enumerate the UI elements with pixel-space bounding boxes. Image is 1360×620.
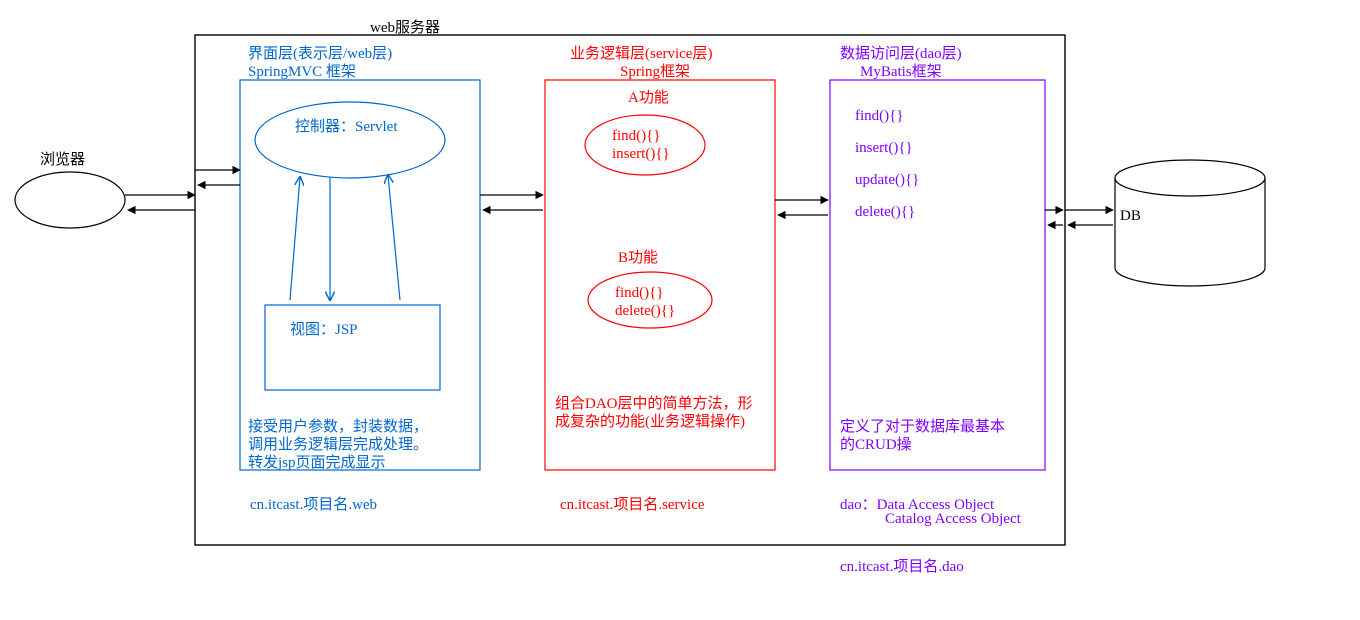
service-a-m1: find(){}	[612, 128, 661, 145]
controller-label: 控制器：Servlet	[295, 115, 398, 136]
dao-framework: MyBatis框架	[860, 60, 942, 81]
ui-package: cn.itcast.项目名.web	[250, 493, 377, 514]
service-a-label: A功能	[628, 86, 669, 107]
service-desc2: 成复杂的功能(业务逻辑操作)	[555, 410, 745, 431]
diagram-canvas	[0, 0, 1360, 620]
dao-note2: Catalog Access Object	[885, 511, 1021, 528]
dao-m2: insert(){}	[855, 140, 913, 157]
service-a-m2: insert(){}	[612, 146, 670, 163]
ui-desc3: 转发jsp页面完成显示	[248, 451, 386, 472]
dao-m3: update(){}	[855, 172, 919, 189]
server-title: web服务器	[370, 16, 440, 37]
dao-m4: delete(){}	[855, 204, 915, 221]
dao-desc2: 的CRUD操	[840, 433, 912, 454]
dao-package: cn.itcast.项目名.dao	[840, 555, 964, 576]
service-framework: Spring框架	[620, 60, 690, 81]
dao-layer-box	[830, 80, 1045, 470]
service-a-ellipse	[585, 115, 705, 175]
view-label: 视图：JSP	[290, 318, 358, 339]
controller-ellipse	[255, 102, 445, 178]
service-b-m1: find(){}	[615, 285, 664, 302]
browser-label: 浏览器	[40, 148, 85, 169]
view-to-ctrl-arrow1	[290, 177, 300, 300]
browser-ellipse	[15, 172, 125, 228]
ui-layer-box	[240, 80, 480, 470]
service-package: cn.itcast.项目名.service	[560, 493, 705, 514]
view-to-ctrl-arrow2	[388, 175, 400, 300]
service-b-label: B功能	[618, 246, 658, 267]
service-b-m2: delete(){}	[615, 303, 675, 320]
db-label: DB	[1120, 208, 1141, 225]
dao-m1: find(){}	[855, 108, 904, 125]
ui-framework: SpringMVC 框架	[248, 60, 356, 81]
